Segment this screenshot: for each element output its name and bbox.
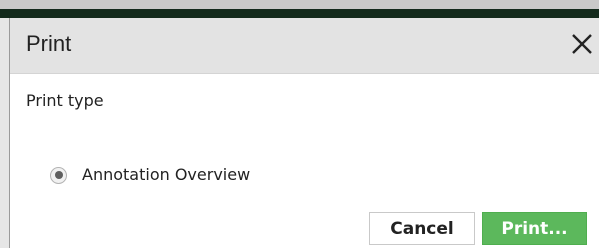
radio-selected-dot bbox=[54, 171, 63, 179]
radio-label: Annotation Overview bbox=[82, 165, 251, 184]
close-icon bbox=[572, 34, 592, 54]
print-dialog: Print Print type Annotation Overview Can… bbox=[9, 18, 599, 248]
dialog-title: Print bbox=[26, 31, 72, 56]
background-app-strip bbox=[0, 0, 599, 9]
background-left-strip bbox=[0, 18, 9, 248]
radio-option-annotation-overview[interactable]: Annotation Overview bbox=[50, 164, 250, 186]
radio-button[interactable] bbox=[50, 166, 67, 184]
print-type-label: Print type bbox=[26, 91, 104, 110]
dialog-header: Print bbox=[10, 18, 599, 74]
print-button[interactable]: Print... bbox=[482, 212, 587, 245]
cancel-button[interactable]: Cancel bbox=[369, 212, 475, 245]
close-button[interactable] bbox=[566, 27, 598, 61]
